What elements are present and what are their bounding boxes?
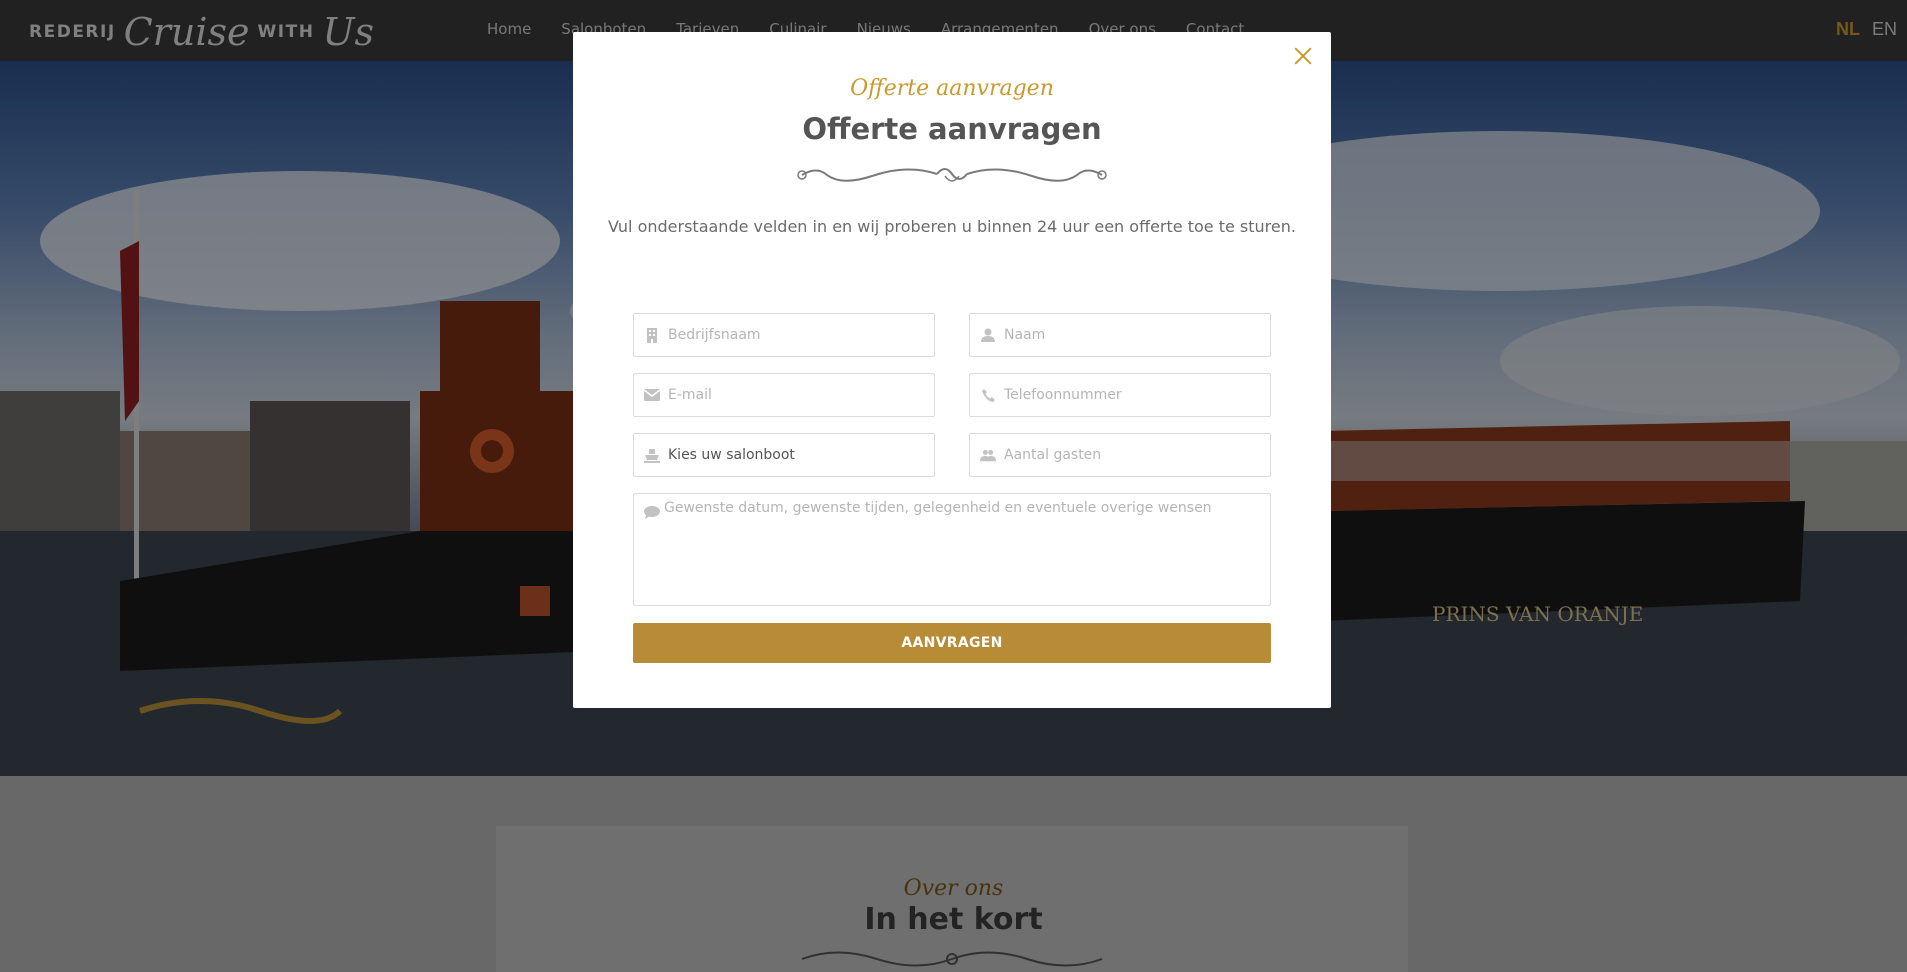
phone-icon [980, 387, 996, 403]
email-input[interactable] [668, 387, 928, 403]
ship-icon [644, 447, 660, 463]
modal-title: Offerte aanvragen [802, 112, 1102, 146]
quote-request-modal: Offerte aanvragen Offerte aanvragen Vul … [573, 32, 1331, 708]
users-icon [980, 447, 996, 463]
phone-input[interactable] [1004, 387, 1264, 403]
guests-input[interactable] [1004, 447, 1264, 463]
building-icon [644, 327, 660, 343]
comment-icon [644, 504, 660, 523]
email-field [633, 373, 935, 417]
message-field [633, 493, 1271, 606]
modal-kicker: Offerte aanvragen [850, 76, 1054, 101]
submit-quote-button[interactable]: AANVRAGEN [633, 623, 1271, 663]
boat-select-value[interactable]: Kies uw salonboot [668, 447, 795, 463]
name-field [969, 313, 1271, 357]
company-field [633, 313, 935, 357]
close-icon[interactable] [1291, 44, 1315, 68]
user-icon [980, 327, 996, 343]
envelope-icon [644, 387, 660, 403]
company-input[interactable] [668, 327, 928, 343]
guests-field [969, 433, 1271, 477]
boat-select-field[interactable]: Kies uw salonboot [633, 433, 935, 477]
modal-divider-ornament [797, 168, 1107, 182]
modal-intro-text: Vul onderstaande velden in en wij prober… [608, 217, 1296, 236]
name-input[interactable] [1004, 327, 1264, 343]
phone-field [969, 373, 1271, 417]
message-textarea[interactable] [664, 500, 1262, 596]
